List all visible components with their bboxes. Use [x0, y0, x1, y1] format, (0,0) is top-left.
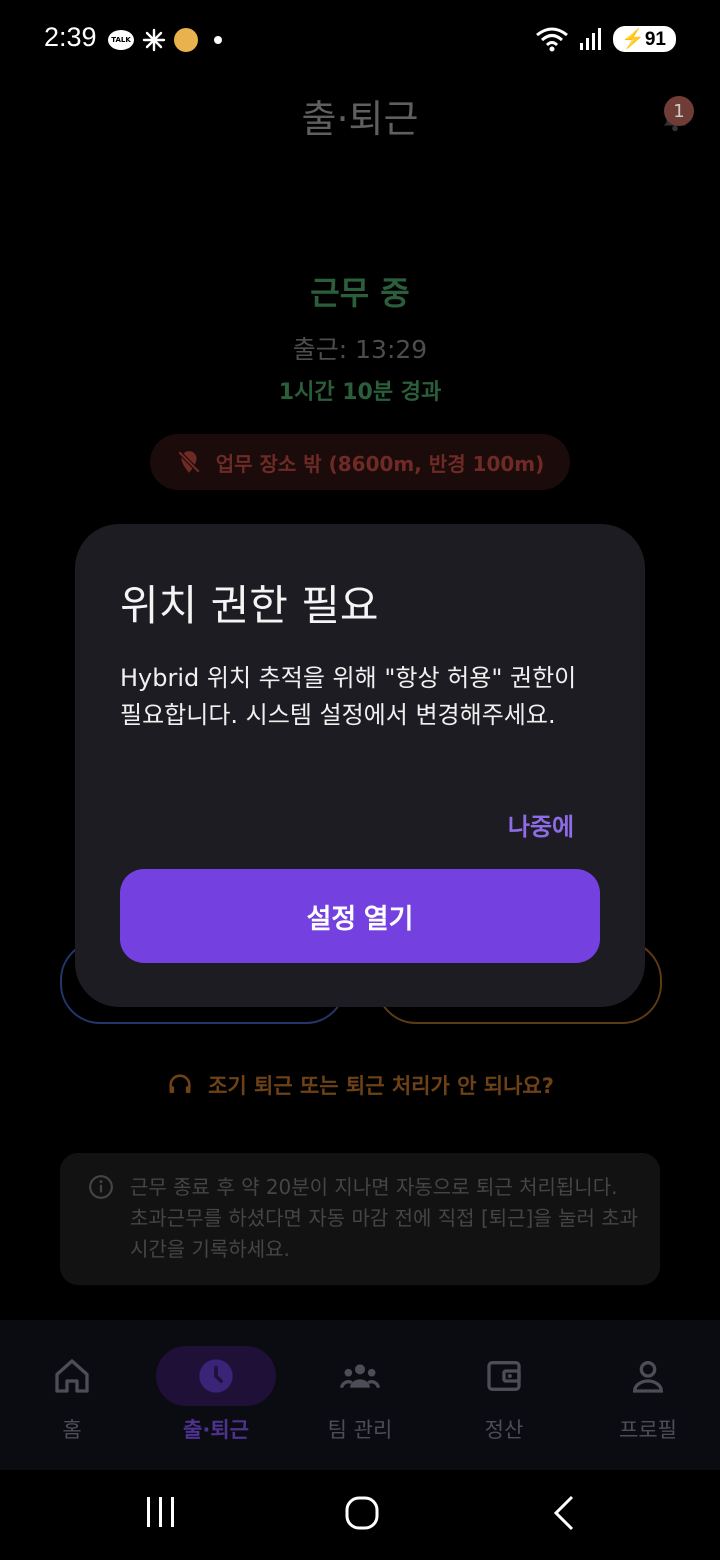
wifi-icon [536, 27, 569, 52]
nav-label-profile: 프로필 [619, 1418, 677, 1442]
clock-in-time: 출근: 13:29 [292, 335, 428, 364]
notification-badge: 1 [664, 96, 694, 126]
team-icon [340, 1364, 380, 1389]
app-notification-icon [174, 28, 198, 52]
elapsed-time: 1시간 10분 경과 [278, 380, 442, 405]
nav-label-home: 홈 [62, 1418, 82, 1442]
signal-icon [580, 28, 602, 50]
dialog-title: 위치 권한 필요 [120, 581, 379, 630]
nav-label-settlement: 정산 [484, 1418, 524, 1442]
sparkle-icon [142, 28, 166, 52]
location-warning-text: 업무 장소 밖 (8600m, 반경 100m) [215, 451, 545, 476]
nav-item-profile[interactable]: 프로필 [576, 1340, 720, 1444]
help-link-text: 조기 퇴근 또는 퇴근 처리가 안 되나요? [208, 1074, 554, 1098]
profile-icon [632, 1361, 664, 1393]
back-icon[interactable] [550, 1494, 578, 1532]
info-icon [89, 1175, 113, 1199]
nav-item-settlement[interactable]: 정산 [432, 1340, 576, 1444]
location-off-icon [177, 450, 200, 474]
status-time: 2:39 [44, 22, 97, 52]
battery-indicator: ⚡91 [613, 26, 676, 52]
home-icon [55, 1359, 89, 1393]
notification-icons: TALK [108, 26, 222, 54]
page-title: 출·퇴근 [301, 97, 419, 141]
early-leave-help-link[interactable]: 조기 퇴근 또는 퇴근 처리가 안 되나요? [0, 1070, 720, 1100]
work-status: 근무 중 [310, 274, 410, 312]
system-status: ⚡91 [535, 26, 676, 52]
info-text: 근무 종료 후 약 20분이 지나면 자동으로 퇴근 처리됩니다. 초과근무를 … [130, 1175, 639, 1261]
kakaotalk-icon: TALK [108, 30, 134, 50]
nav-label-attendance: 출·퇴근 [183, 1418, 249, 1442]
clock-icon [199, 1359, 233, 1393]
nav-item-attendance[interactable]: 출·퇴근 [144, 1340, 288, 1444]
later-button[interactable]: 나중에 [496, 800, 586, 848]
location-warning-badge: 업무 장소 밖 (8600m, 반경 100m) [150, 434, 570, 490]
more-notifications-dot [214, 36, 222, 44]
open-settings-button[interactable]: 설정 열기 [120, 869, 600, 963]
home-nav-icon[interactable] [344, 1495, 380, 1531]
battery-level: 91 [644, 29, 666, 50]
nav-item-home[interactable]: 홈 [0, 1340, 144, 1444]
dialog-message: Hybrid 위치 추적을 위해 "항상 허용" 권한이 필요합니다. 시스템 … [120, 664, 577, 729]
nav-item-team[interactable]: 팀 관리 [288, 1340, 432, 1444]
recent-apps-icon[interactable] [144, 1494, 178, 1530]
nav-label-team: 팀 관리 [327, 1418, 393, 1442]
headset-icon [169, 1074, 191, 1094]
wallet-icon [487, 1361, 521, 1391]
